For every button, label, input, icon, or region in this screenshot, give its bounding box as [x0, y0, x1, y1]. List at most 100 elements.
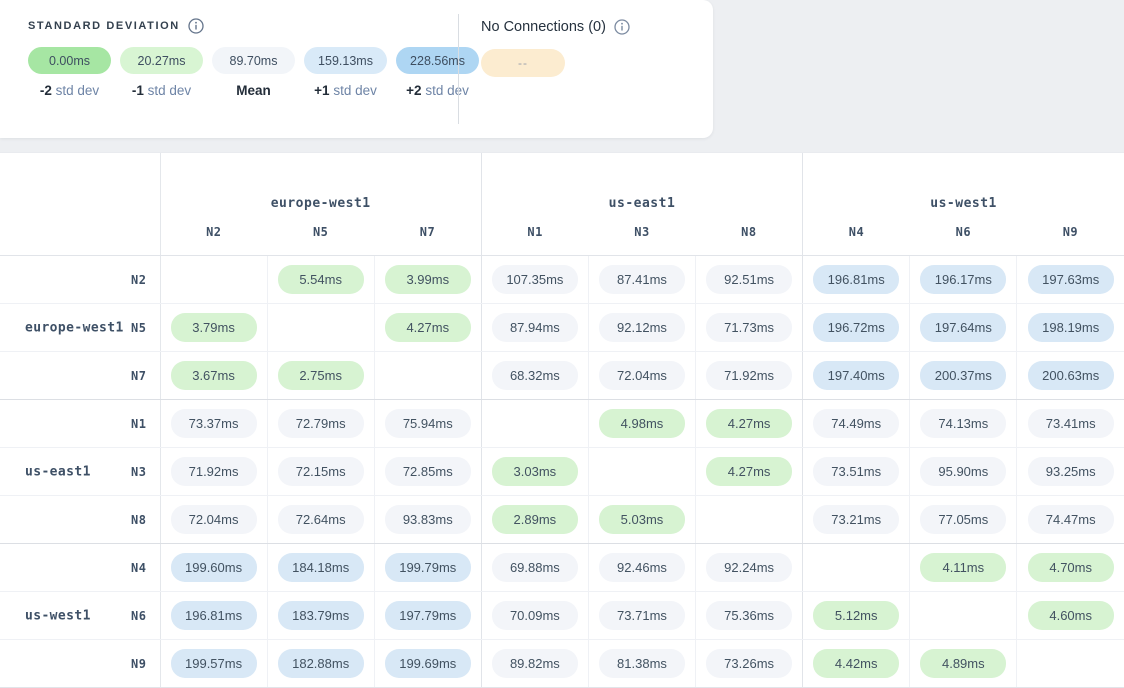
- row-node-label: N3: [131, 465, 146, 479]
- latency-pill[interactable]: 72.85ms: [385, 457, 471, 486]
- latency-cell: 4.27ms: [374, 304, 481, 352]
- latency-pill[interactable]: 70.09ms: [492, 601, 578, 630]
- latency-pill[interactable]: 197.64ms: [920, 313, 1006, 342]
- latency-pill[interactable]: 199.69ms: [385, 649, 471, 678]
- latency-pill[interactable]: 77.05ms: [920, 505, 1006, 534]
- latency-cell: 5.12ms: [803, 592, 910, 640]
- latency-pill[interactable]: 73.26ms: [706, 649, 792, 678]
- latency-cell: 199.60ms: [160, 544, 267, 592]
- latency-cell: 196.17ms: [910, 256, 1017, 304]
- latency-pill[interactable]: 92.24ms: [706, 553, 792, 582]
- latency-pill[interactable]: 4.11ms: [920, 553, 1006, 582]
- no-connections-pill[interactable]: --: [481, 49, 565, 77]
- row-header-cell: us-west1N6: [0, 592, 160, 640]
- latency-pill[interactable]: 4.89ms: [920, 649, 1006, 678]
- latency-pill[interactable]: 199.60ms: [171, 553, 257, 582]
- latency-pill[interactable]: 73.71ms: [599, 601, 685, 630]
- latency-pill[interactable]: 93.83ms: [385, 505, 471, 534]
- latency-cell: 4.70ms: [1017, 544, 1124, 592]
- latency-pill[interactable]: 200.37ms: [920, 361, 1006, 390]
- latency-cell: 95.90ms: [910, 448, 1017, 496]
- latency-pill[interactable]: 92.46ms: [599, 553, 685, 582]
- latency-pill[interactable]: 72.04ms: [599, 361, 685, 390]
- legend-pill[interactable]: 20.27ms: [120, 47, 203, 74]
- latency-pill[interactable]: 74.13ms: [920, 409, 1006, 438]
- latency-pill[interactable]: 4.27ms: [706, 457, 792, 486]
- latency-pill[interactable]: 92.51ms: [706, 265, 792, 294]
- latency-pill[interactable]: 81.38ms: [599, 649, 685, 678]
- latency-pill[interactable]: 196.81ms: [813, 265, 899, 294]
- latency-pill[interactable]: 2.75ms: [278, 361, 364, 390]
- latency-pill[interactable]: 92.12ms: [599, 313, 685, 342]
- latency-pill[interactable]: 75.94ms: [385, 409, 471, 438]
- column-node-header: N1: [481, 222, 588, 256]
- latency-cell: 74.47ms: [1017, 496, 1124, 544]
- latency-cell: 69.88ms: [481, 544, 588, 592]
- latency-pill[interactable]: 87.41ms: [599, 265, 685, 294]
- latency-pill[interactable]: 197.79ms: [385, 601, 471, 630]
- latency-pill[interactable]: 71.92ms: [706, 361, 792, 390]
- latency-pill[interactable]: 2.89ms: [492, 505, 578, 534]
- legend-pill[interactable]: 89.70ms: [212, 47, 295, 74]
- latency-pill[interactable]: 5.03ms: [599, 505, 685, 534]
- latency-pill[interactable]: 73.21ms: [813, 505, 899, 534]
- info-icon[interactable]: [188, 18, 204, 34]
- latency-pill[interactable]: 199.57ms: [171, 649, 257, 678]
- latency-pill[interactable]: 73.51ms: [813, 457, 899, 486]
- latency-cell: 92.46ms: [588, 544, 695, 592]
- latency-pill[interactable]: 4.98ms: [599, 409, 685, 438]
- latency-pill[interactable]: 4.27ms: [385, 313, 471, 342]
- latency-pill[interactable]: 69.88ms: [492, 553, 578, 582]
- latency-pill[interactable]: 196.17ms: [920, 265, 1006, 294]
- matrix-row: us-east1N371.92ms72.15ms72.85ms3.03ms4.2…: [0, 448, 1124, 496]
- self-latency-cell: [588, 448, 695, 496]
- legend-pill[interactable]: 0.00ms: [28, 47, 111, 74]
- latency-pill[interactable]: 75.36ms: [706, 601, 792, 630]
- latency-pill[interactable]: 73.41ms: [1028, 409, 1114, 438]
- latency-pill[interactable]: 198.19ms: [1028, 313, 1114, 342]
- latency-pill[interactable]: 196.81ms: [171, 601, 257, 630]
- latency-pill[interactable]: 182.88ms: [278, 649, 364, 678]
- matrix-header: europe-west1us-east1us-west1N2N5N7N1N3N8…: [0, 153, 1124, 256]
- latency-pill[interactable]: 72.64ms: [278, 505, 364, 534]
- latency-pill[interactable]: 199.79ms: [385, 553, 471, 582]
- latency-pill[interactable]: 89.82ms: [492, 649, 578, 678]
- no-connections-section: No Connections (0) --: [459, 0, 630, 138]
- latency-pill[interactable]: 197.40ms: [813, 361, 899, 390]
- latency-pill[interactable]: 68.32ms: [492, 361, 578, 390]
- latency-pill[interactable]: 3.67ms: [171, 361, 257, 390]
- latency-pill[interactable]: 4.27ms: [706, 409, 792, 438]
- latency-pill[interactable]: 200.63ms: [1028, 361, 1114, 390]
- latency-pill[interactable]: 5.54ms: [278, 265, 364, 294]
- column-node-header: N8: [696, 222, 803, 256]
- latency-pill[interactable]: 197.63ms: [1028, 265, 1114, 294]
- latency-pill[interactable]: 3.03ms: [492, 457, 578, 486]
- latency-pill[interactable]: 72.04ms: [171, 505, 257, 534]
- legend-title: STANDARD DEVIATION: [28, 20, 180, 32]
- latency-cell: 4.27ms: [696, 448, 803, 496]
- latency-pill[interactable]: 71.73ms: [706, 313, 792, 342]
- latency-pill[interactable]: 87.94ms: [492, 313, 578, 342]
- latency-pill[interactable]: 4.70ms: [1028, 553, 1114, 582]
- latency-pill[interactable]: 107.35ms: [492, 265, 578, 294]
- latency-pill[interactable]: 93.25ms: [1028, 457, 1114, 486]
- info-icon[interactable]: [614, 19, 630, 35]
- latency-pill[interactable]: 95.90ms: [920, 457, 1006, 486]
- latency-pill[interactable]: 74.47ms: [1028, 505, 1114, 534]
- latency-pill[interactable]: 4.60ms: [1028, 601, 1114, 630]
- latency-cell: 199.57ms: [160, 640, 267, 688]
- latency-pill[interactable]: 3.79ms: [171, 313, 257, 342]
- latency-pill[interactable]: 5.12ms: [813, 601, 899, 630]
- latency-pill[interactable]: 73.37ms: [171, 409, 257, 438]
- latency-pill[interactable]: 74.49ms: [813, 409, 899, 438]
- legend-pill[interactable]: 159.13ms: [304, 47, 387, 74]
- latency-pill[interactable]: 3.99ms: [385, 265, 471, 294]
- latency-pill[interactable]: 196.72ms: [813, 313, 899, 342]
- latency-pill[interactable]: 4.42ms: [813, 649, 899, 678]
- self-latency-cell: [481, 400, 588, 448]
- latency-pill[interactable]: 72.79ms: [278, 409, 364, 438]
- latency-pill[interactable]: 183.79ms: [278, 601, 364, 630]
- latency-pill[interactable]: 184.18ms: [278, 553, 364, 582]
- latency-pill[interactable]: 71.92ms: [171, 457, 257, 486]
- latency-pill[interactable]: 72.15ms: [278, 457, 364, 486]
